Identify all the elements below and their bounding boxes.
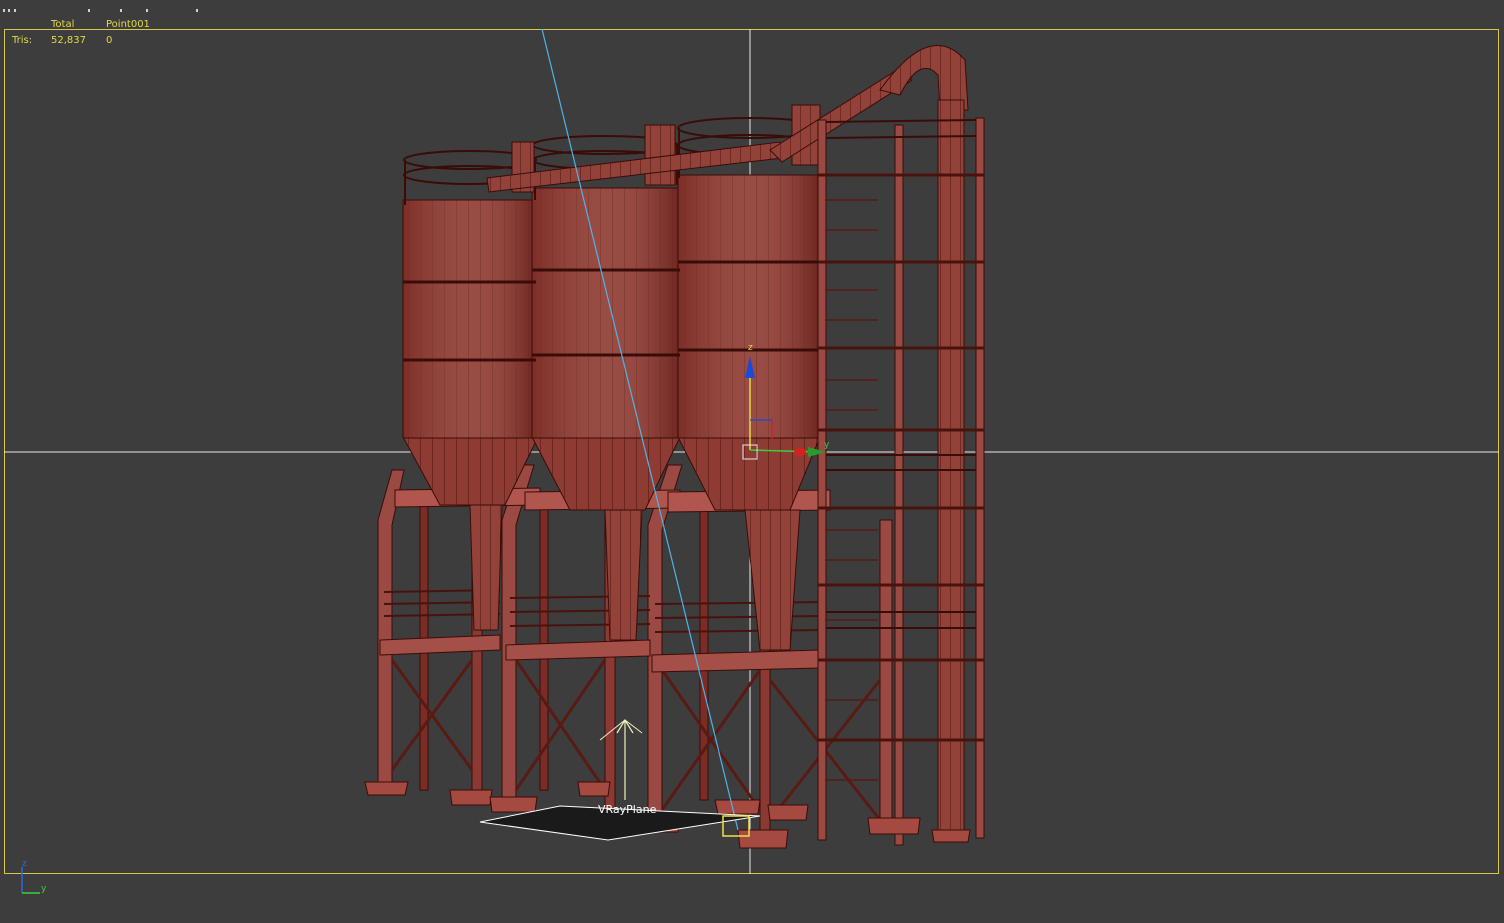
3d-viewport[interactable]: Total Point001 Tris: 52,837 0 VRayPlane …	[0, 0, 1504, 923]
gizmo-z-label: z	[748, 343, 753, 353]
silo-tanks	[402, 174, 821, 439]
tripod-y-label: y	[41, 884, 47, 894]
stair-tower	[817, 99, 985, 846]
axis-tripod: z y	[21, 859, 47, 894]
gizmo-y-label: y	[824, 440, 830, 450]
silo-model[interactable]	[364, 45, 985, 849]
tripod-z-label: z	[22, 859, 27, 869]
gizmo-x-arrow[interactable]	[794, 448, 806, 456]
hopper-cones	[402, 436, 821, 651]
scene-canvas[interactable]: VRayPlane z y	[0, 0, 1504, 923]
vray-plane-label: VRayPlane	[598, 803, 657, 816]
